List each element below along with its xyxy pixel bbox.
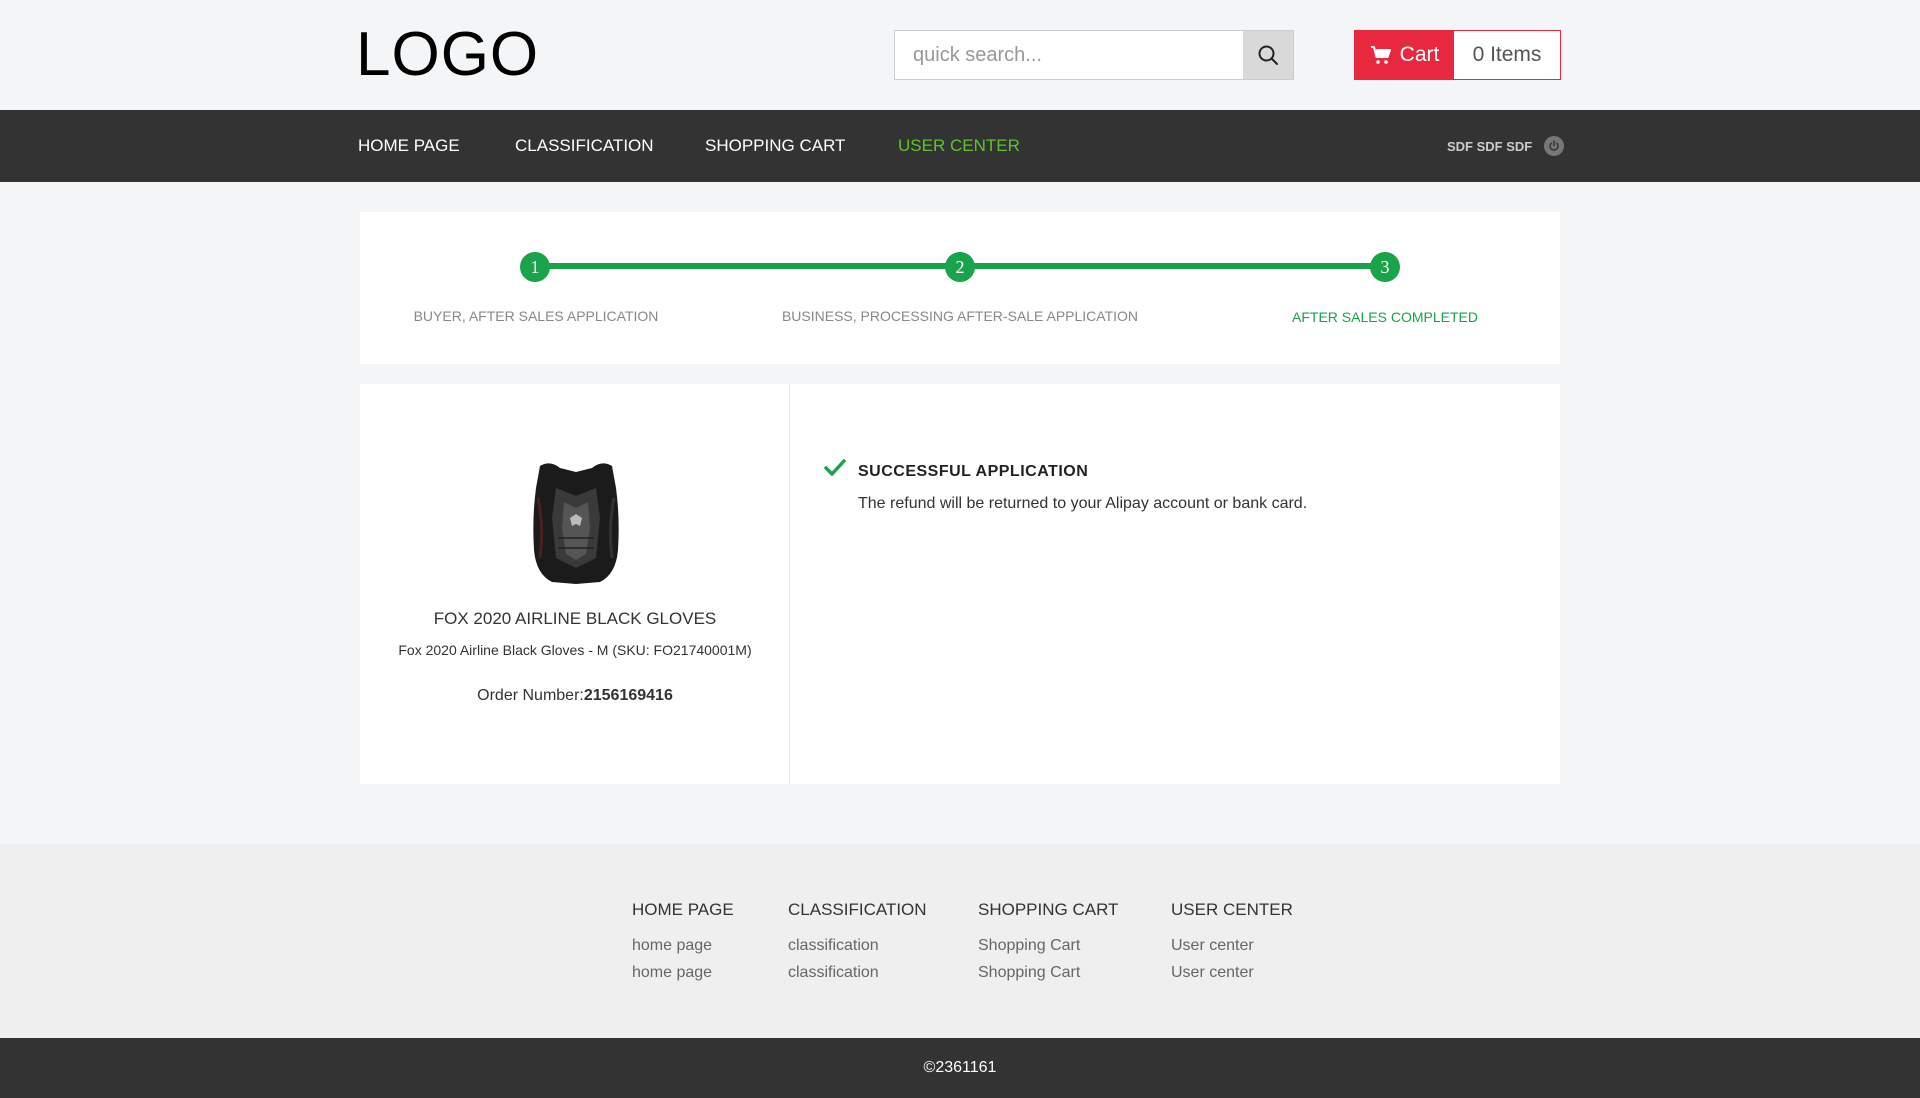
footer-column: HOME PAGE home page home page	[632, 900, 734, 986]
product-sku: Fox 2020 Airline Black Gloves - M (SKU: …	[398, 642, 752, 658]
order-number-label: Order Number:	[477, 687, 584, 704]
search-input[interactable]	[895, 31, 1243, 79]
power-icon[interactable]	[1544, 136, 1565, 156]
footer-column: SHOPPING CART Shopping Cart Shopping Car…	[978, 900, 1118, 986]
user-menu: SDF SDF SDF	[1447, 110, 1565, 182]
footer-link[interactable]: home page	[632, 959, 734, 986]
step-connector	[535, 263, 960, 269]
site-footer: HOME PAGE home page home page CLASSIFICA…	[0, 844, 1920, 1038]
footer-link[interactable]: Shopping Cart	[978, 932, 1118, 959]
cart-icon	[1370, 46, 1391, 64]
search-icon	[1258, 45, 1278, 65]
copyright: ©2361161	[0, 1038, 1920, 1098]
footer-column: CLASSIFICATION classification classifica…	[788, 900, 927, 986]
footer-column-title: SHOPPING CART	[978, 900, 1119, 919]
site-header: LOGO Cart 0 Items	[0, 0, 1920, 110]
cart-widget[interactable]: Cart 0 Items	[1354, 30, 1561, 80]
footer-link[interactable]: User center	[1171, 959, 1293, 986]
main-nav: HOME PAGE CLASSIFICATION SHOPPING CART U…	[0, 110, 1920, 182]
footer-column-title: CLASSIFICATION	[788, 900, 927, 919]
cart-button[interactable]: Cart	[1355, 31, 1454, 79]
logo[interactable]: LOGO	[356, 22, 539, 88]
footer-link[interactable]: home page	[632, 932, 734, 959]
step-label: BUSINESS, PROCESSING AFTER-SALE APPLICAT…	[781, 308, 1139, 324]
after-sales-progress: 1 2 3 BUYER, AFTER SALES APPLICATION BUS…	[360, 212, 1560, 364]
step-number: 2	[945, 252, 975, 282]
step-number: 3	[1370, 252, 1400, 282]
footer-column: USER CENTER User center User center	[1171, 900, 1293, 986]
step-connector	[960, 263, 1385, 269]
order-number: Order Number:2156169416	[360, 687, 790, 705]
step-number: 1	[520, 252, 550, 282]
product-summary: FOX 2020 AIRLINE BLACK GLOVES Fox 2020 A…	[360, 384, 790, 784]
checkmark-icon	[824, 459, 846, 476]
result-message: The refund will be returned to your Alip…	[858, 495, 1308, 512]
cart-label: Cart	[1399, 43, 1440, 66]
footer-link[interactable]: User center	[1171, 932, 1293, 959]
cart-count[interactable]: 0 Items	[1454, 31, 1560, 79]
search-button[interactable]	[1243, 31, 1293, 79]
footer-link[interactable]: Shopping Cart	[978, 959, 1118, 986]
nav-user-center[interactable]: USER CENTER	[898, 110, 1020, 182]
step-label: AFTER SALES COMPLETED	[1292, 309, 1478, 325]
result-title: SUCCESSFUL APPLICATION	[858, 463, 1089, 480]
footer-link[interactable]: classification	[788, 959, 927, 986]
footer-column-title: USER CENTER	[1171, 900, 1293, 919]
product-name[interactable]: FOX 2020 AIRLINE BLACK GLOVES	[360, 609, 790, 629]
application-result: SUCCESSFUL APPLICATION The refund will b…	[790, 384, 1560, 784]
nav-home-page[interactable]: HOME PAGE	[358, 110, 460, 182]
order-number-value: 2156169416	[583, 687, 673, 704]
username[interactable]: SDF SDF SDF	[1447, 139, 1532, 154]
step-label: BUYER, AFTER SALES APPLICATION	[413, 308, 659, 324]
search-bar	[894, 30, 1294, 80]
nav-shopping-cart[interactable]: SHOPPING CART	[705, 110, 845, 182]
product-image[interactable]	[520, 458, 632, 586]
footer-column-title: HOME PAGE	[632, 900, 734, 919]
footer-link[interactable]: classification	[788, 932, 927, 959]
order-detail-panel: FOX 2020 AIRLINE BLACK GLOVES Fox 2020 A…	[360, 384, 1560, 784]
nav-classification[interactable]: CLASSIFICATION	[515, 110, 654, 182]
